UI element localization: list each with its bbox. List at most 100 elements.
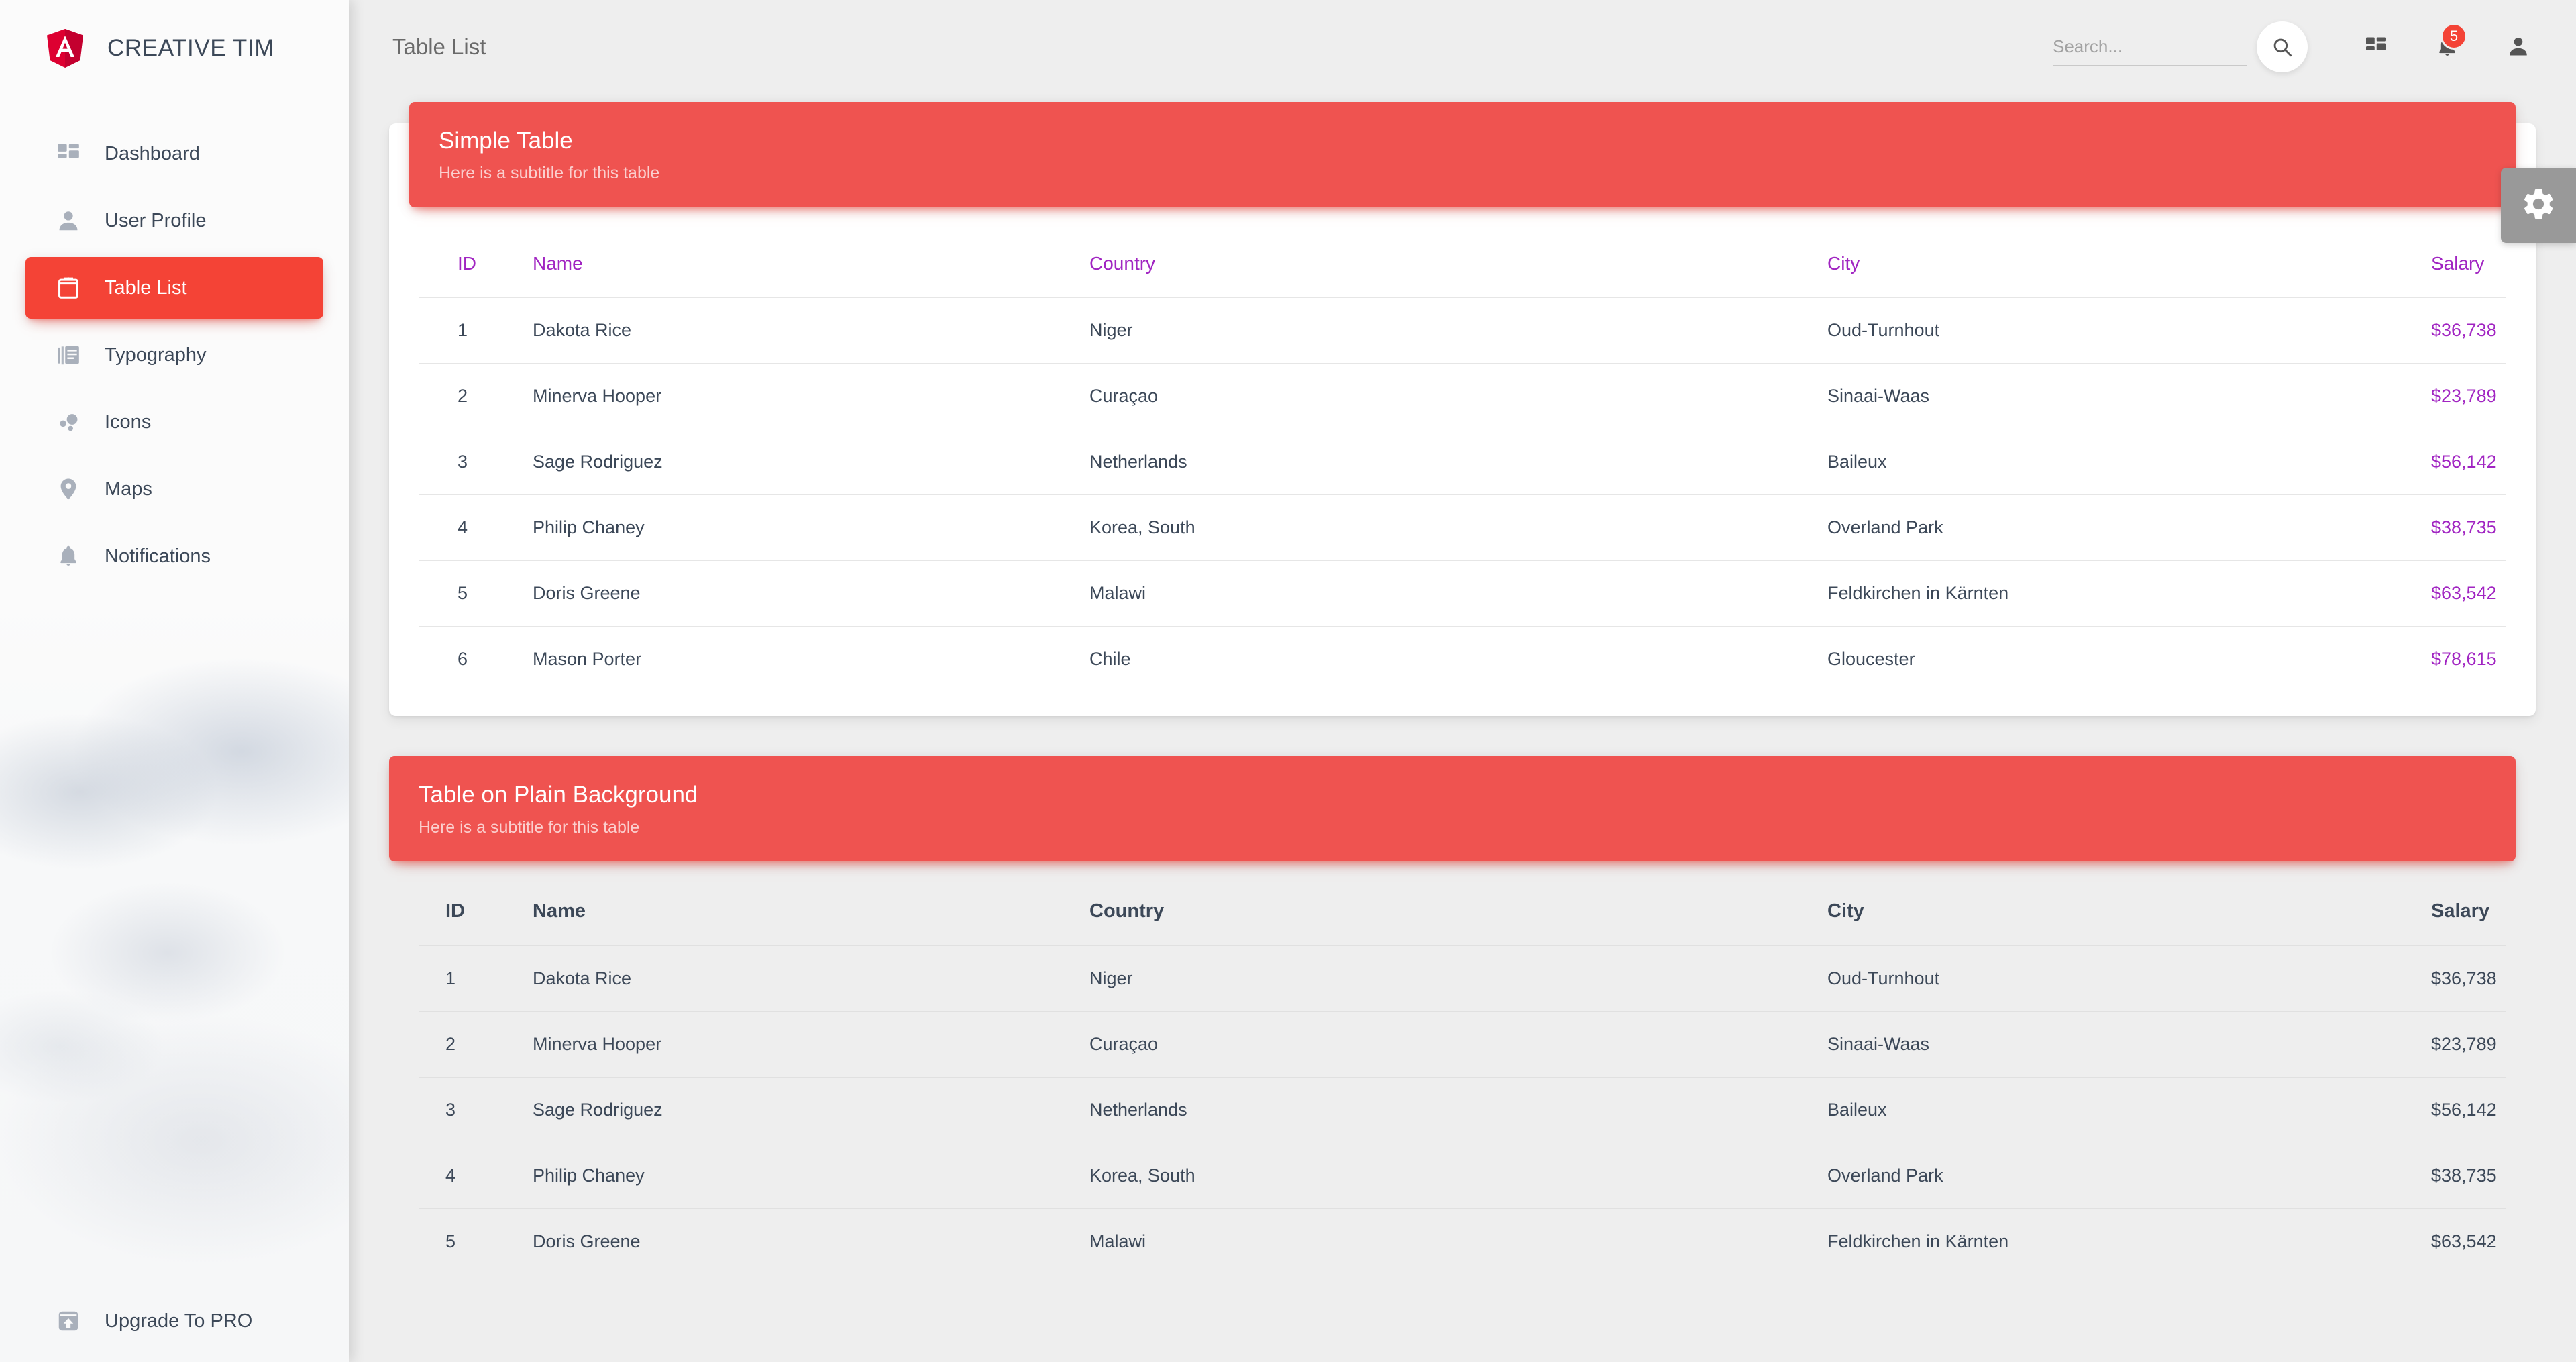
table-row[interactable]: 1 Dakota Rice Niger Oud-Turnhout $36,738 (419, 945, 2506, 1012)
cell-salary: $36,738 (2431, 297, 2506, 364)
cell-country: Niger (1089, 945, 1827, 1012)
sidebar-item-label: Notifications (105, 545, 211, 567)
table-row[interactable]: 4 Philip Chaney Korea, South Overland Pa… (419, 494, 2506, 561)
table-body: 1 Dakota Rice Niger Oud-Turnhout $36,738… (419, 297, 2506, 692)
cell-name: Mason Porter (533, 626, 1089, 692)
cell-salary: $36,738 (2431, 945, 2506, 1012)
column-header-name[interactable]: Name (533, 238, 1089, 298)
sidebar-item-label: Maps (105, 478, 152, 500)
table-row[interactable]: 5 Doris Greene Malawi Feldkirchen in Kär… (419, 560, 2506, 627)
cell-id: 5 (419, 560, 533, 627)
location-pin-icon (50, 476, 87, 502)
cell-city: Feldkirchen in Kärnten (1827, 1208, 2431, 1274)
settings-panel-toggle[interactable] (2501, 168, 2576, 243)
notifications-button[interactable]: 5 (2422, 21, 2473, 72)
dashboard-icon (50, 141, 87, 166)
search-field-wrapper (2053, 28, 2247, 66)
sidebar-item-label: Icons (105, 411, 152, 433)
cell-salary: $23,789 (2431, 1011, 2506, 1078)
person-icon (2506, 34, 2530, 60)
table-body: 1 Dakota Rice Niger Oud-Turnhout $36,738… (419, 945, 2506, 1274)
cell-salary: $38,735 (2431, 494, 2506, 561)
column-header-country[interactable]: Country (1089, 886, 1827, 946)
cell-country: Curaçao (1089, 1011, 1827, 1078)
person-icon (50, 208, 87, 233)
cell-name: Minerva Hooper (533, 363, 1089, 429)
bubble-chart-icon (50, 409, 87, 435)
column-header-city[interactable]: City (1827, 886, 2431, 946)
column-header-salary[interactable]: Salary (2431, 238, 2506, 298)
brand-logo[interactable]: CREATIVE TIM (0, 17, 349, 79)
dashboard-grid-button[interactable] (2351, 21, 2402, 72)
cell-country: Chile (1089, 626, 1827, 692)
cell-city: Gloucester (1827, 626, 2431, 692)
cell-id: 1 (419, 297, 533, 364)
upgrade-to-pro-button[interactable]: Upgrade To PRO (0, 1308, 349, 1334)
profile-button[interactable] (2493, 21, 2544, 72)
table-row[interactable]: 4 Philip Chaney Korea, South Overland Pa… (419, 1143, 2506, 1209)
cell-id: 2 (419, 363, 533, 429)
sidebar-item-notifications[interactable]: Notifications (25, 525, 323, 587)
card-subtitle: Here is a subtitle for this table (419, 818, 640, 837)
cell-country: Niger (1089, 297, 1827, 364)
cell-country: Malawi (1089, 560, 1827, 627)
table-row[interactable]: 6 Mason Porter Chile Gloucester $78,615 (419, 626, 2506, 692)
sidebar-item-label: Dashboard (105, 142, 200, 164)
cell-id: 1 (419, 945, 533, 1012)
table-row[interactable]: 2 Minerva Hooper Curaçao Sinaai-Waas $23… (419, 1011, 2506, 1078)
cell-name: Dakota Rice (533, 297, 1089, 364)
upgrade-to-pro-label: Upgrade To PRO (105, 1310, 253, 1332)
simple-table-card: Simple Table Here is a subtitle for this… (389, 102, 2536, 716)
sidebar-item-typography[interactable]: Typography (25, 324, 323, 386)
cell-city: Overland Park (1827, 1143, 2431, 1209)
table-row[interactable]: 2 Minerva Hooper Curaçao Sinaai-Waas $23… (419, 363, 2506, 429)
cell-country: Netherlands (1089, 429, 1827, 495)
table-row[interactable]: 5 Doris Greene Malawi Feldkirchen in Kär… (419, 1208, 2506, 1274)
sidebar-item-maps[interactable]: Maps (25, 458, 323, 520)
cell-salary: $23,789 (2431, 363, 2506, 429)
cell-city: Oud-Turnhout (1827, 945, 2431, 1012)
sidebar-item-table-list[interactable]: Table List (25, 257, 323, 319)
table-head: ID Name Country City Salary (419, 238, 2506, 298)
column-header-country[interactable]: Country (1089, 238, 1827, 298)
cell-salary: $78,615 (2431, 626, 2506, 692)
angular-shield-icon (47, 29, 83, 68)
card-header: Simple Table Here is a subtitle for this… (409, 102, 2516, 207)
dashboard-grid-icon (2364, 34, 2388, 60)
cell-name: Dakota Rice (533, 945, 1089, 1012)
cell-country: Netherlands (1089, 1077, 1827, 1143)
table-row[interactable]: 3 Sage Rodriguez Netherlands Baileux $56… (419, 1077, 2506, 1143)
column-header-salary[interactable]: Salary (2431, 886, 2506, 946)
column-header-id[interactable]: ID (419, 886, 533, 946)
column-header-name[interactable]: Name (533, 886, 1089, 946)
sidebar-item-user-profile[interactable]: User Profile (25, 190, 323, 252)
simple-table: ID Name Country City Salary 1 Dakota Ric… (419, 238, 2506, 692)
column-header-city[interactable]: City (1827, 238, 2431, 298)
bell-icon (50, 543, 87, 569)
navbar-actions: 5 (2053, 21, 2544, 72)
cell-country: Korea, South (1089, 494, 1827, 561)
column-header-id[interactable]: ID (419, 238, 533, 298)
cell-id: 6 (419, 626, 533, 692)
cell-city: Overland Park (1827, 494, 2431, 561)
table-header-row: ID Name Country City Salary (419, 238, 2506, 298)
table-head: ID Name Country City Salary (419, 886, 2506, 946)
unarchive-icon (50, 1308, 87, 1334)
cell-id: 3 (419, 429, 533, 495)
search-button[interactable] (2257, 21, 2308, 72)
card-subtitle: Here is a subtitle for this table (439, 164, 660, 182)
sidebar-item-dashboard[interactable]: Dashboard (25, 123, 323, 185)
table-row[interactable]: 1 Dakota Rice Niger Oud-Turnhout $36,738 (419, 297, 2506, 364)
cell-salary: $38,735 (2431, 1143, 2506, 1209)
table-header-row: ID Name Country City Salary (419, 886, 2506, 946)
cell-name: Philip Chaney (533, 1143, 1089, 1209)
table-row[interactable]: 3 Sage Rodriguez Netherlands Baileux $56… (419, 429, 2506, 495)
cell-salary: $56,142 (2431, 1077, 2506, 1143)
sidebar-item-icons[interactable]: Icons (25, 391, 323, 453)
cell-id: 4 (419, 1143, 533, 1209)
sidebar-item-label: Typography (105, 344, 207, 366)
sidebar-nav: Dashboard User Profile Table List Typogr… (0, 117, 349, 592)
search-input[interactable] (2053, 28, 2247, 66)
gear-icon (2520, 186, 2557, 225)
card-title: Simple Table (439, 127, 573, 154)
